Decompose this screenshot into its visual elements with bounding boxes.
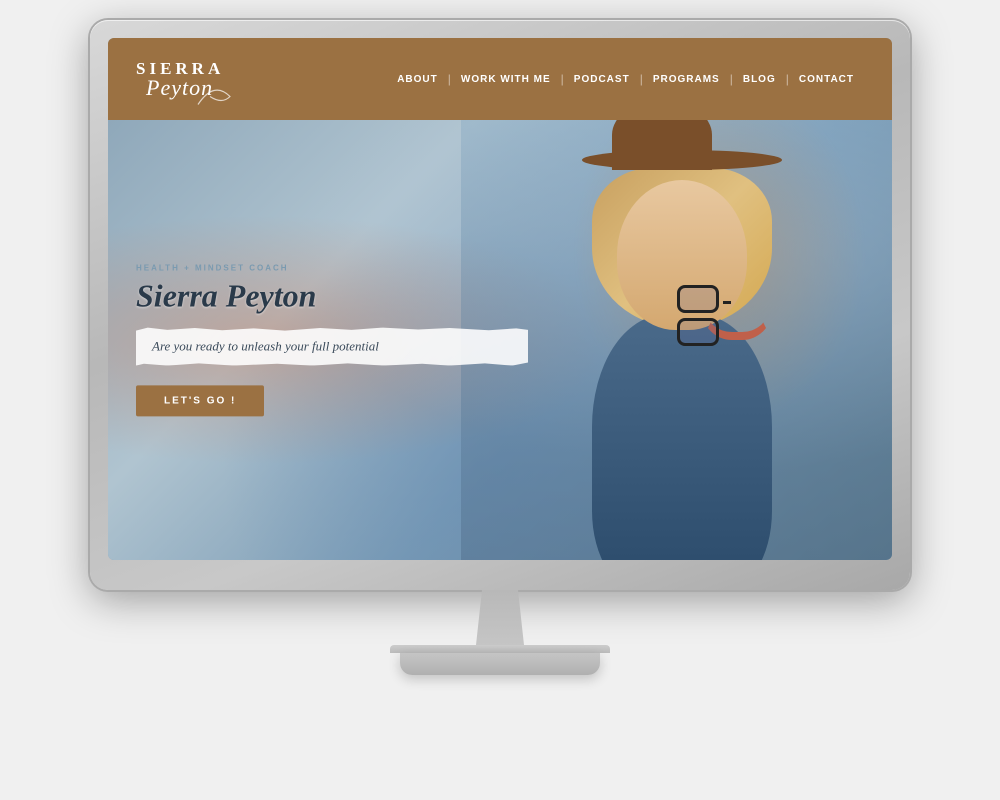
body-shape xyxy=(592,315,772,560)
glasses-right-lens xyxy=(677,318,719,346)
face xyxy=(617,180,747,330)
hero-subheadline: Are you ready to unleash your full poten… xyxy=(152,339,379,354)
screen-area: SIERRA Peyton ABOUT xyxy=(108,38,892,560)
monitor-shell: SIERRA Peyton ABOUT xyxy=(90,20,910,590)
hero-content: HEALTH + MINDSET COACH Sierra Peyton Are… xyxy=(136,263,528,416)
nav-link-blog[interactable]: BLOG xyxy=(733,74,786,85)
monitor-bezel: SIERRA Peyton ABOUT xyxy=(90,20,910,590)
glasses xyxy=(677,285,747,351)
person-figure xyxy=(562,130,862,560)
website: SIERRA Peyton ABOUT xyxy=(108,38,892,560)
nav-link-about[interactable]: ABOUT xyxy=(387,74,448,85)
hero-section: HEALTH + MINDSET COACH Sierra Peyton Are… xyxy=(108,120,892,560)
nav-links: ABOUT | WORK WITH ME | PODCAST xyxy=(387,72,864,86)
nav-link-podcast[interactable]: PODCAST xyxy=(564,74,640,85)
nav-link-work-with-me[interactable]: WORK WITH ME xyxy=(451,74,561,85)
glasses-bridge xyxy=(723,301,731,304)
hero-name: Sierra Peyton xyxy=(136,278,528,313)
nav-item-programs[interactable]: PROGRAMS xyxy=(643,74,730,85)
logo-line1: SIERRA xyxy=(136,60,224,77)
site-header: SIERRA Peyton ABOUT xyxy=(108,38,892,120)
nav-link-contact[interactable]: CONTACT xyxy=(789,74,864,85)
logo-area: SIERRA Peyton xyxy=(136,60,224,99)
nav-item-blog[interactable]: BLOG xyxy=(733,74,786,85)
nav-item-work-with-me[interactable]: WORK WITH ME xyxy=(451,74,561,85)
torn-paper-banner: Are you ready to unleash your full poten… xyxy=(136,328,528,366)
monitor-neck xyxy=(470,590,530,645)
nav-item-about[interactable]: ABOUT xyxy=(387,74,448,85)
main-nav: ABOUT | WORK WITH ME | PODCAST xyxy=(387,72,864,86)
logo-swirl-icon xyxy=(194,84,234,109)
cta-button[interactable]: LET'S GO ! xyxy=(136,386,264,417)
nav-item-contact[interactable]: CONTACT xyxy=(789,74,864,85)
monitor-base xyxy=(400,653,600,675)
scene: SIERRA Peyton ABOUT xyxy=(50,20,950,780)
hero-tagline: HEALTH + MINDSET COACH xyxy=(136,263,528,272)
nav-item-podcast[interactable]: PODCAST xyxy=(564,74,640,85)
nav-link-programs[interactable]: PROGRAMS xyxy=(643,74,730,85)
monitor-base-top xyxy=(390,645,610,653)
glasses-left-lens xyxy=(677,285,719,313)
hat-crown xyxy=(612,120,712,170)
